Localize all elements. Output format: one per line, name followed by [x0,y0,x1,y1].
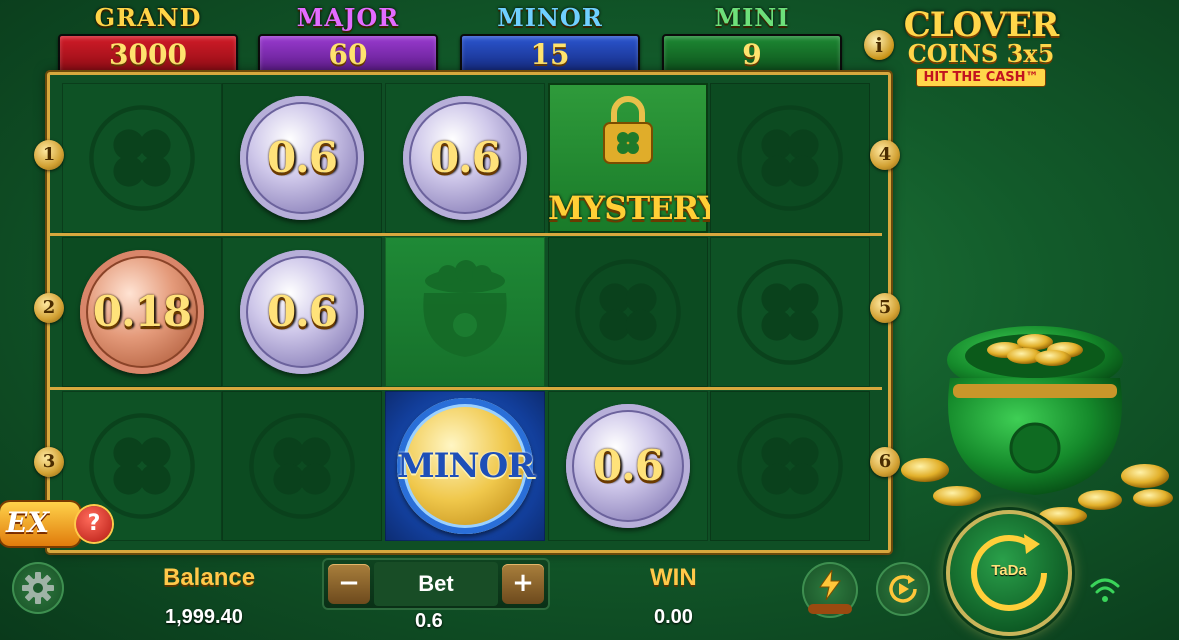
mystery-label: MYSTERY [548,189,720,227]
win-value: 0.00 [654,606,693,628]
lock-icon [603,96,653,164]
reel-grid: 0.6 0.6 MYSTERY 0.18 0.6 MINOR 0.6 [47,72,891,553]
clover-icon [737,105,843,211]
help-button[interactable]: ? [76,506,112,542]
coin-value: 0.6 [266,287,338,336]
bet-value: 0.6 [415,610,443,632]
copper-coin: 0.18 [80,250,204,374]
jackpot-mini-label: MINI [714,3,790,32]
logo-line1: CLOVER [903,5,1060,45]
bet-decrease-button[interactable]: − [328,564,370,604]
bet-increase-button[interactable]: + [502,564,544,604]
autoplay-icon [889,575,917,603]
cell-r3c3: MINOR [385,391,545,541]
jackpot-grand: GRAND 3000 [58,3,238,76]
ex-label: EX [6,506,50,539]
win-label: WIN [650,564,697,591]
jackpot-grand-label: GRAND [94,3,202,32]
cell-r2c2: 0.6 [222,237,382,387]
lightning-icon [819,570,841,600]
coin-value: 0.18 [92,287,192,336]
payline-1: 1 [34,140,64,170]
coin-value: 0.6 [266,133,338,182]
row-divider [50,387,882,390]
cell-r2c4 [548,237,708,387]
cell-r2c3 [385,237,545,387]
spin-button[interactable]: TaDa [946,510,1072,636]
coin-value: 0.6 [592,441,664,490]
cell-r2c1: 0.18 [62,237,222,387]
jackpot-major-label: MAJOR [296,3,400,32]
silver-coin: 0.6 [240,250,364,374]
payline-4: 4 [870,140,900,170]
jackpot-minor: MINOR 15 [460,3,640,76]
spin-label: TaDa [991,562,1027,579]
balance-value: 1,999.40 [165,606,243,628]
info-button[interactable]: i [864,30,894,60]
jackpot-mini: MINI 9 [662,3,842,76]
cell-r1c1 [62,83,222,233]
cell-r2c5 [710,237,870,387]
cell-r1c3: 0.6 [385,83,545,233]
jackpot-mini-value: 9 [662,34,842,76]
cell-r1c5 [710,83,870,233]
cell-r1c2: 0.6 [222,83,382,233]
cell-r3c5 [710,391,870,541]
clover-icon [89,105,195,211]
payline-3: 3 [34,447,64,477]
bet-label: Bet [374,562,498,606]
clover-icon [249,413,355,519]
coin-value: MINOR [397,446,536,486]
cell-r1c4: MYSTERY [548,83,720,233]
ex-feature-badge[interactable]: EX [0,502,80,546]
clover-icon [737,259,843,365]
gear-icon [22,572,54,604]
pot-icon [423,260,507,357]
silver-coin: 0.6 [240,96,364,220]
clover-icon [575,259,681,365]
jackpot-major: MAJOR 60 [258,3,438,76]
clover-icon [89,413,195,519]
jackpot-grand-value: 3000 [58,34,238,76]
silver-coin: 0.6 [566,404,690,528]
pot-of-gold-icon [901,326,1173,525]
minor-jackpot-coin: MINOR [397,398,536,534]
jackpot-major-value: 60 [258,34,438,76]
settings-button[interactable] [12,562,64,614]
coin-value: 0.6 [429,133,501,182]
turbo-indicator [808,604,852,614]
silver-coin: 0.6 [403,96,527,220]
cell-r3c4: 0.6 [548,391,708,541]
payline-2: 2 [34,293,64,323]
balance-label: Balance [163,564,256,591]
wifi-icon [1090,578,1120,602]
turbo-button[interactable] [802,562,858,618]
logo-line3: HIT THE CASH™ [916,68,1046,87]
row-divider [50,233,882,236]
cell-r3c2 [222,391,382,541]
clover-icon [737,413,843,519]
game-logo: CLOVER COINS 3x5 HIT THE CASH™ [896,8,1066,100]
jackpot-minor-value: 15 [460,34,640,76]
logo-line2: COINS 3x5 [907,39,1055,68]
bet-control: − Bet + [322,558,550,610]
autoplay-button[interactable] [876,562,930,616]
jackpot-minor-label: MINOR [497,3,603,32]
